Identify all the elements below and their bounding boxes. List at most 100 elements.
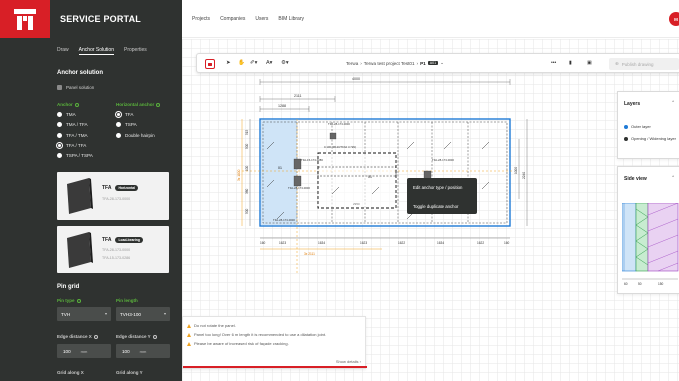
dim-left: 500 <box>245 143 249 149</box>
help-icon[interactable] <box>93 334 98 339</box>
help-icon[interactable] <box>74 102 79 107</box>
radio-horizontal-tfa[interactable]: TFA <box>116 112 133 117</box>
unit-label: mm <box>80 348 88 354</box>
terwa-logo-icon <box>14 9 36 30</box>
radio-dot <box>57 133 62 138</box>
anchor-marker <box>329 132 337 140</box>
nav-companies[interactable]: Companies <box>220 16 245 22</box>
side-view-title: Side view <box>624 176 647 182</box>
edge-x-value: 100 <box>63 348 71 354</box>
radio-dot-selected <box>57 143 62 148</box>
card-title: TFA Load-bearing <box>102 237 143 243</box>
dim-bottom: 1623 <box>279 241 286 245</box>
anchor-label: TFA-28-173-0000 <box>432 158 454 162</box>
tab-properties[interactable]: Properties <box>124 47 147 55</box>
radio-anchor-tspa-tspa[interactable]: TSPA / TSPA <box>57 153 93 158</box>
edge-x-input[interactable]: 100 mm <box>57 344 111 358</box>
warning-text: Please be aware of increased risk of faç… <box>194 341 289 346</box>
edge-x-label-text: Edge distance X <box>57 334 92 339</box>
radio-dot <box>57 122 62 127</box>
warning-text: Do not rotate the panel. <box>194 323 236 328</box>
warning-icon <box>187 341 191 346</box>
drawing-canvas[interactable]: ➤ ✋ ✐▾ A▾ ⚙▾ Terwa › Terwa test project … <box>182 39 679 381</box>
dim-top-1: 2111 <box>294 94 301 98</box>
anchor-card-horizontal[interactable]: TFA Horizontal TFA-28-173-0000 <box>57 172 169 220</box>
side-dim: 150 <box>658 282 664 286</box>
help-icon[interactable] <box>76 298 81 303</box>
pin-length-select[interactable]: TVH3-100 ▾ <box>116 307 170 321</box>
layer-opening[interactable]: Opening / Widening layer <box>624 136 679 141</box>
dim-bottom: 160 <box>504 241 510 245</box>
anchor-card-load-bearing[interactable]: TFA Load-bearing TFA-28-173-0000 TFA-15-… <box>57 226 169 273</box>
pin-length-label-text: Pin length <box>116 298 138 303</box>
radio-anchor-tfa-tfa[interactable]: TFA / TFA <box>57 143 86 148</box>
dim-bottom: 160 <box>260 241 266 245</box>
nav-menu: Projects Companies Users BIM Library <box>192 16 304 22</box>
checkbox-box <box>57 85 62 90</box>
radio-label: TSPA / TSPA <box>66 153 93 158</box>
warning-item: Please be aware of increased risk of faç… <box>187 341 289 346</box>
radio-label: TSPA <box>125 122 137 127</box>
radio-anchor-tfa-tma[interactable]: TFA / TMA <box>57 133 88 138</box>
radio-label: TFA <box>125 112 134 117</box>
side-dim: 50 <box>638 282 642 286</box>
dim-left-total: 3x 1000 <box>237 169 241 181</box>
layer-color-dot <box>624 124 628 129</box>
layer-outer[interactable]: Outer layer <box>624 124 651 129</box>
radio-dot-selected <box>116 112 121 117</box>
radio-anchor-tma-tfa[interactable]: TMA / TFA <box>57 122 88 127</box>
edge-y-input[interactable]: 100 mm <box>116 344 170 358</box>
anchor-heading-label: Anchor <box>57 102 73 107</box>
card-badge: Horizontal <box>115 185 139 191</box>
dim-right-inner: 1000 <box>514 167 518 174</box>
app-title: SERVICE PORTAL <box>60 14 141 24</box>
anchor-label: TFA-28-173-0000 <box>288 186 310 190</box>
dim-bottom-total: 3x 2111 <box>304 252 315 256</box>
radio-horizontal-double-hairpin[interactable]: Double hairpin <box>116 133 155 138</box>
card-badge: Load-bearing <box>115 237 143 243</box>
radio-anchor-tma[interactable]: TMA <box>57 112 76 117</box>
pin-type-select[interactable]: TVH ▾ <box>57 307 111 321</box>
menu-item-toggle-duplicate[interactable]: Toggle duplicate anchor <box>413 204 458 209</box>
nav-users[interactable]: Users <box>255 16 268 22</box>
terwa-logo[interactable] <box>0 0 50 38</box>
pin-length-label: Pin length <box>116 298 138 303</box>
radio-dot <box>57 112 62 117</box>
dim-bottom: 1622 <box>398 241 405 245</box>
card-code: TFA-28-173-0000 <box>102 248 131 252</box>
dim-left: 100 <box>245 165 249 171</box>
layers-panel: Layers ⌃ Outer layer Opening / Widening … <box>617 91 679 159</box>
card-title-text: TFA <box>102 185 112 191</box>
warning-icon <box>187 323 191 328</box>
warning-text: Panel too long! Over 6 m length it is re… <box>194 332 327 337</box>
dim-left: 515 <box>245 129 249 135</box>
anchor-marker <box>293 158 302 170</box>
radio-horizontal-tspa[interactable]: TSPA <box>116 122 137 127</box>
panel-highlight-region <box>261 120 297 225</box>
menu-item-edit-anchor[interactable]: Edit anchor type / position <box>413 185 462 190</box>
help-icon[interactable] <box>156 102 161 107</box>
radio-label: TFA / TFA <box>66 143 87 148</box>
dim-left: 500 <box>245 208 249 214</box>
show-details-link[interactable]: Show details › <box>336 359 361 364</box>
notification-accent-bar <box>183 366 367 368</box>
side-dim: 60 <box>624 282 628 286</box>
anchor-label: TFA-28-173-0000 <box>273 218 295 222</box>
panel-solution-checkbox[interactable]: Panel solution <box>57 85 94 90</box>
unit-label: mm <box>139 348 147 354</box>
nav-bim-library[interactable]: BIM Library <box>278 16 304 22</box>
user-avatar[interactable]: M <box>669 12 679 26</box>
card-title-text: TFA <box>102 237 112 243</box>
warning-item: Do not rotate the panel. <box>187 323 236 328</box>
help-icon[interactable] <box>152 334 157 339</box>
panel-solution-label: Panel solution <box>66 85 95 90</box>
anchor-solution-title: Anchor solution <box>57 70 103 76</box>
tab-anchor-solution[interactable]: Anchor Solution <box>78 47 114 55</box>
tab-draw[interactable]: Draw <box>57 47 69 55</box>
chevron-up-icon[interactable]: ⌃ <box>671 175 675 181</box>
anchor-context-menu: Edit anchor type / position Toggle dupli… <box>407 178 477 214</box>
dim-top-0: 4000 <box>352 77 360 81</box>
chevron-up-icon[interactable]: ⌃ <box>671 100 675 106</box>
radio-dot <box>116 133 121 138</box>
nav-projects[interactable]: Projects <box>192 16 210 22</box>
